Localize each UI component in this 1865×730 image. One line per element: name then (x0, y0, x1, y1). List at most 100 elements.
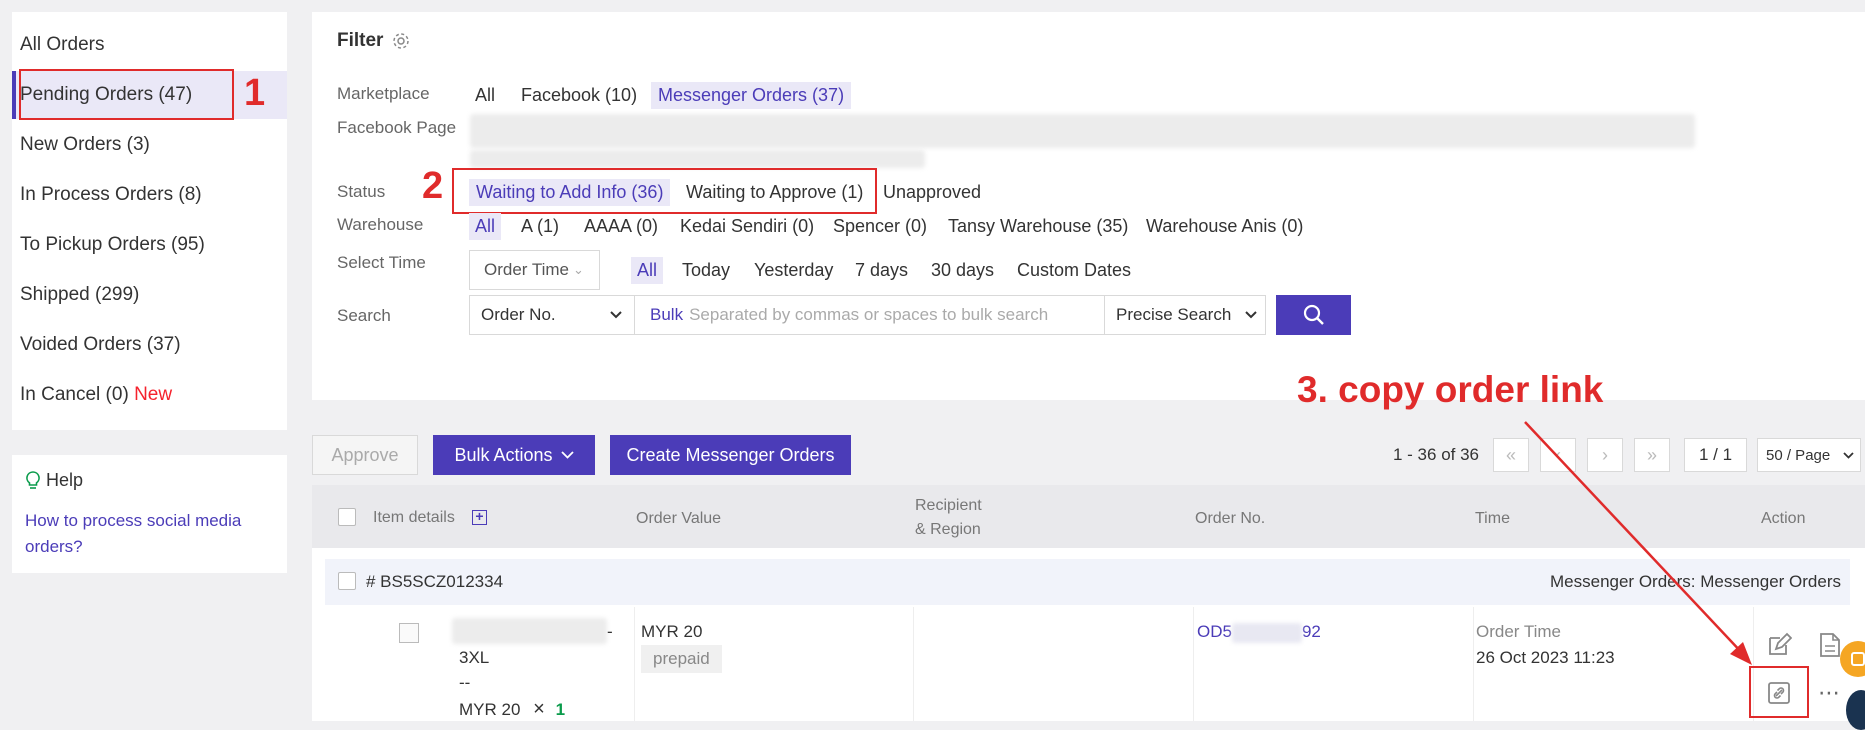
warehouse-option-all[interactable]: All (469, 213, 502, 240)
table-header (312, 485, 1865, 548)
page-size-select[interactable]: 50 / Page (1757, 438, 1861, 472)
warehouse-option-a[interactable]: A (1) (521, 216, 559, 237)
double-chevron-right-icon: » (1646, 444, 1657, 465)
product-price: MYR 20 (459, 700, 521, 719)
annotation-box-1 (19, 69, 234, 120)
search-placeholder: Separated by commas or spaces to bulk se… (689, 305, 1049, 324)
help-link[interactable]: How to process social media orders? (25, 508, 270, 560)
bulk-actions-button[interactable]: Bulk Actions (433, 435, 595, 475)
warehouse-option-tansy[interactable]: Tansy Warehouse (35) (948, 216, 1128, 237)
marketplace-label: Marketplace (337, 84, 430, 103)
warehouse-option-anis[interactable]: Warehouse Anis (0) (1146, 216, 1303, 237)
facebook-page-label: Facebook Page (337, 118, 457, 137)
select-time-label: Select Time (337, 253, 426, 272)
warehouse-option-kedai-sendiri[interactable]: Kedai Sendiri (0) (680, 216, 814, 237)
column-action: Action (1761, 510, 1806, 527)
column-region: & Region (915, 521, 981, 538)
pagination-range: 1 - 36 of 36 (1393, 445, 1480, 464)
approve-button[interactable]: Approve (312, 435, 418, 475)
document-icon[interactable] (1819, 632, 1841, 663)
gear-icon[interactable] (391, 31, 411, 51)
sidebar-item-new-orders[interactable]: New Orders (3) (20, 134, 150, 156)
sidebar-item-in-process-orders[interactable]: In Process Orders (8) (20, 184, 202, 206)
search-field-value: Order No. (481, 305, 556, 324)
time-option-yesterday[interactable]: Yesterday (754, 260, 833, 281)
warehouse-option-spencer[interactable]: Spencer (0) (833, 216, 927, 237)
order-number-suffix: 92 (1301, 622, 1321, 641)
order-id: # BS5SCZ012334 (366, 572, 504, 591)
annotation-box-3 (1749, 666, 1809, 718)
column-time: Time (1475, 510, 1510, 527)
product-image[interactable] (399, 623, 419, 643)
search-button[interactable] (1276, 295, 1351, 335)
precise-search-dropdown[interactable]: Precise Search (1104, 295, 1266, 335)
sidebar-item-to-pickup-orders[interactable]: To Pickup Orders (95) (20, 234, 205, 256)
status-label: Status (337, 182, 386, 201)
select-all-checkbox[interactable] (338, 508, 356, 526)
next-page-button[interactable]: › (1587, 438, 1623, 472)
column-divider (1473, 607, 1474, 721)
order-number-redacted (1231, 622, 1302, 643)
chevron-left-icon: ‹ (1555, 444, 1561, 465)
chevron-down-icon (1843, 451, 1854, 459)
order-number-link[interactable]: OD5 92 (1197, 622, 1321, 643)
page-indicator[interactable]: 1 / 1 (1684, 438, 1747, 472)
prev-page-button[interactable]: ‹ (1540, 438, 1576, 472)
time-option-today[interactable]: Today (682, 260, 730, 281)
marketplace-option-all[interactable]: All (475, 85, 495, 106)
time-option-30-days[interactable]: 30 days (931, 260, 994, 281)
status-option-unapproved[interactable]: Unapproved (883, 182, 981, 203)
search-field-dropdown[interactable]: Order No. (469, 295, 635, 335)
warehouse-option-aaaa[interactable]: AAAA (0) (584, 216, 658, 237)
more-options-icon[interactable]: ⋯ (1818, 680, 1841, 706)
sidebar-item-label: In Cancel (0) (20, 384, 129, 405)
facebook-page-options-redacted-2[interactable] (470, 150, 925, 168)
time-option-all[interactable]: All (631, 257, 664, 284)
payment-status-badge: prepaid (641, 645, 722, 673)
marketplace-option-facebook[interactable]: Facebook (10) (521, 85, 637, 106)
order-time-value: 26 Oct 2023 11:23 (1476, 648, 1615, 667)
sidebar-item-in-cancel[interactable]: In Cancel (0) New (20, 384, 172, 406)
double-chevron-left-icon: « (1505, 444, 1516, 465)
page-size-value: 50 / Page (1766, 446, 1831, 464)
expand-plus-icon[interactable]: + (472, 509, 487, 525)
last-page-button[interactable]: » (1634, 438, 1670, 472)
product-variant: 3XL (459, 648, 490, 667)
facebook-page-options-redacted[interactable] (470, 114, 1695, 148)
chevron-right-icon: › (1602, 444, 1608, 465)
time-option-custom-dates[interactable]: Custom Dates (1017, 260, 1131, 281)
column-divider (634, 607, 635, 721)
first-page-button[interactable]: « (1493, 438, 1529, 472)
product-name-redacted (452, 618, 607, 644)
create-messenger-orders-button[interactable]: Create Messenger Orders (610, 435, 851, 475)
sidebar-item-shipped[interactable]: Shipped (299) (20, 284, 139, 306)
precise-search-value: Precise Search (1116, 305, 1232, 324)
column-order-value: Order Value (636, 510, 722, 527)
order-checkbox[interactable] (338, 572, 356, 590)
bulk-actions-label: Bulk Actions (454, 444, 553, 465)
search-label: Search (337, 306, 391, 325)
order-time-label: Order Time (1476, 622, 1562, 641)
time-type-dropdown[interactable]: Order Time ⌄ (469, 250, 600, 290)
annotation-number-2: 2 (422, 165, 444, 207)
marketplace-option-messenger[interactable]: Messenger Orders (37) (651, 82, 852, 109)
order-number-prefix: OD5 (1197, 622, 1232, 641)
annotation-number-1: 1 (244, 72, 266, 114)
sidebar-item-voided-orders[interactable]: Voided Orders (37) (20, 334, 181, 356)
column-divider (1193, 607, 1194, 721)
search-input[interactable]: Bulk Separated by commas or spaces to bu… (634, 295, 1105, 335)
filter-title: Filter (337, 30, 384, 51)
warehouse-label: Warehouse (337, 215, 424, 234)
column-recipient: Recipient (915, 497, 982, 514)
time-option-7-days[interactable]: 7 days (855, 260, 908, 281)
support-avatar-icon[interactable] (1846, 690, 1865, 730)
edit-icon[interactable] (1766, 632, 1793, 663)
sidebar-active-bar (12, 71, 16, 119)
bulk-label[interactable]: Bulk (650, 305, 683, 325)
order-source: Messenger Orders: Messenger Orders (1550, 572, 1841, 591)
sidebar-item-all-orders[interactable]: All Orders (20, 34, 104, 56)
annotation-copy-link-label: 3. copy order link (1297, 369, 1604, 410)
order-value: MYR 20 (641, 622, 703, 641)
new-badge: New (134, 384, 173, 405)
help-title: Help (46, 470, 84, 490)
